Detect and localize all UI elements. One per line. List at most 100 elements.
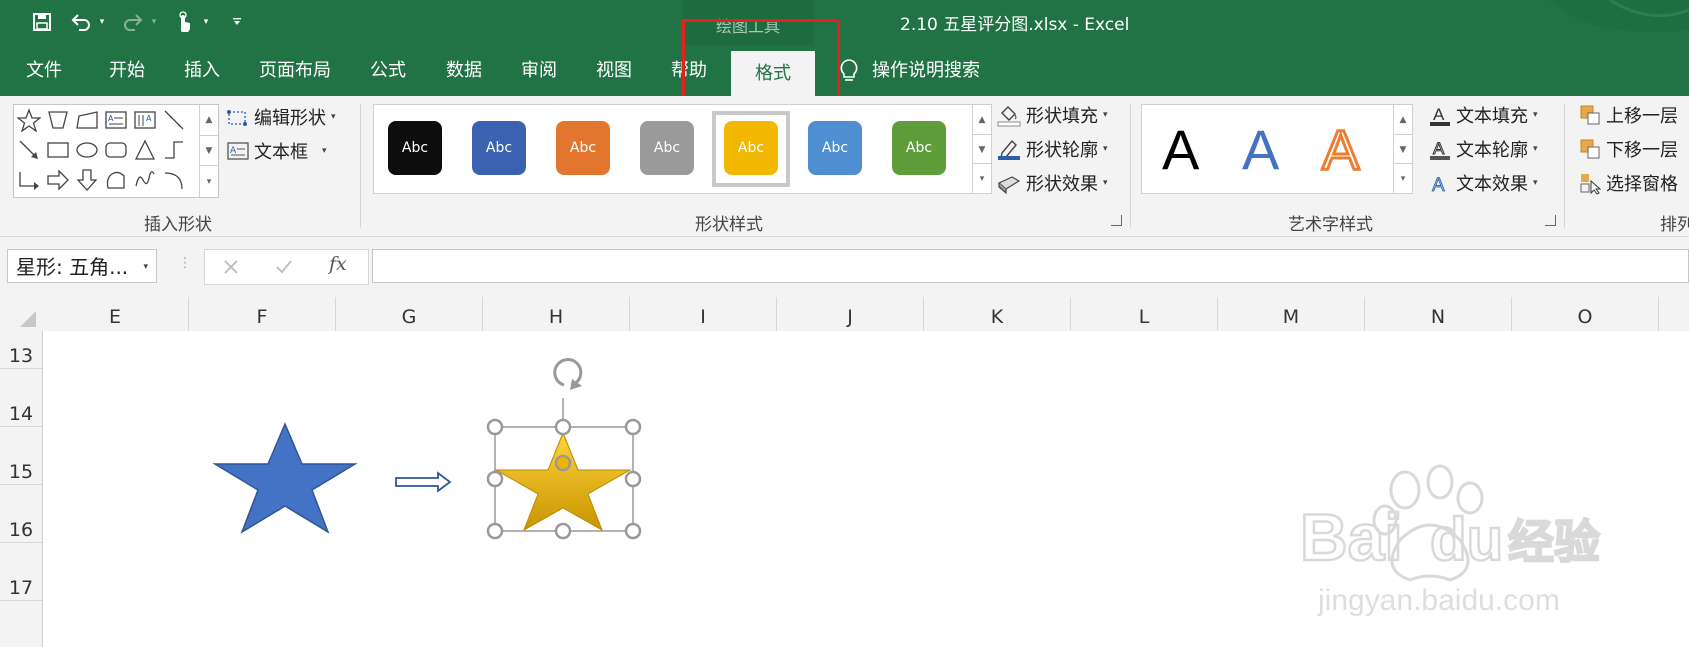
- row-header[interactable]: 15: [0, 427, 42, 485]
- shape-outline-button[interactable]: 形状轮廓 ▾: [996, 136, 1108, 162]
- row-header[interactable]: 13: [0, 311, 42, 369]
- vertical-textbox-shape-icon[interactable]: A: [133, 108, 157, 132]
- row-header[interactable]: 17: [0, 543, 42, 601]
- tab-home[interactable]: 开始: [96, 45, 158, 96]
- selection-pane-icon: [1580, 174, 1602, 195]
- column-header[interactable]: J: [777, 297, 924, 331]
- arc-shape-icon[interactable]: [162, 168, 186, 192]
- style-swatch-gold[interactable]: Abc: [724, 121, 778, 175]
- tab-insert[interactable]: 插入: [172, 45, 232, 96]
- rounded-rectangle-shape-icon[interactable]: [104, 138, 128, 162]
- column-header[interactable]: M: [1218, 297, 1365, 331]
- blue-star-shape[interactable]: [212, 422, 358, 534]
- style-gallery-scroll-up-icon[interactable]: ▲: [972, 105, 991, 134]
- text-fill-button[interactable]: A 文本填充 ▾: [1428, 102, 1538, 128]
- tab-review[interactable]: 审阅: [509, 45, 569, 96]
- formula-input[interactable]: [372, 249, 1689, 283]
- style-swatch-blue[interactable]: Abc: [472, 121, 526, 175]
- column-header[interactable]: I: [630, 297, 777, 331]
- column-header[interactable]: L: [1071, 297, 1218, 331]
- down-arrow-shape-icon[interactable]: [75, 168, 99, 192]
- tab-file[interactable]: 文件: [14, 45, 74, 96]
- tab-page-layout[interactable]: 页面布局: [250, 45, 340, 96]
- rotate-handle-icon[interactable]: [553, 358, 583, 390]
- arrow-line-shape-icon[interactable]: [17, 138, 41, 162]
- gold-star-shape[interactable]: [482, 358, 648, 544]
- text-box-button[interactable]: A 文本框 ▾: [226, 138, 327, 164]
- column-header[interactable]: O: [1512, 297, 1659, 331]
- oval-shape-icon[interactable]: [75, 138, 99, 162]
- wordart-scroll-up-icon[interactable]: ▲: [1393, 105, 1412, 134]
- tell-me-search[interactable]: 操作说明搜索: [872, 45, 1022, 96]
- shape-gallery-scroll-down-icon[interactable]: ▼: [199, 135, 218, 166]
- selection-pane-button[interactable]: 选择窗格: [1578, 170, 1678, 196]
- redo-icon[interactable]: [120, 8, 146, 36]
- style-swatch-black[interactable]: Abc: [388, 121, 442, 175]
- tab-formulas[interactable]: 公式: [360, 45, 416, 96]
- column-header[interactable]: G: [336, 297, 483, 331]
- row-header[interactable]: 16: [0, 485, 42, 543]
- text-effects-button[interactable]: A 文本效果 ▾: [1428, 170, 1538, 196]
- name-box-dropdown-icon[interactable]: ▾: [143, 250, 148, 284]
- elbow-connector-shape-icon[interactable]: [162, 138, 186, 162]
- touch-mode-icon[interactable]: [172, 8, 196, 36]
- send-backward-button[interactable]: 下移一层: [1578, 136, 1678, 162]
- undo-dropdown-icon[interactable]: ▾: [96, 8, 108, 36]
- wordart-launcher-icon[interactable]: [1545, 215, 1556, 226]
- bent-arrow-shape-icon[interactable]: [17, 168, 41, 192]
- tab-data[interactable]: 数据: [434, 45, 494, 96]
- shape-gallery-more-icon[interactable]: ▾: [199, 165, 218, 198]
- triangle-shape-icon[interactable]: [133, 138, 157, 162]
- undo-icon[interactable]: [68, 8, 94, 36]
- svg-text:A: A: [146, 114, 152, 123]
- edit-shape-dropdown-icon: ▾: [331, 112, 336, 122]
- name-box[interactable]: 星形: 五角... ▾: [7, 249, 157, 283]
- style-gallery-more-icon[interactable]: ▾: [972, 163, 991, 194]
- svg-text:A: A: [108, 114, 114, 123]
- lightbulb-icon[interactable]: [838, 58, 860, 88]
- column-header[interactable]: N: [1365, 297, 1512, 331]
- shape-effects-button[interactable]: 形状效果 ▾: [996, 170, 1108, 196]
- style-swatch-green[interactable]: Abc: [892, 121, 946, 175]
- save-icon[interactable]: [28, 8, 56, 36]
- scribble-shape-icon[interactable]: [133, 168, 157, 192]
- column-header[interactable]: K: [924, 297, 1071, 331]
- cancel-icon[interactable]: [223, 259, 239, 275]
- wordart-scroll-down-icon[interactable]: ▼: [1393, 134, 1412, 164]
- style-swatch-orange[interactable]: Abc: [556, 121, 610, 175]
- rectangle-shape-icon[interactable]: [46, 138, 70, 162]
- wordart-black[interactable]: A: [1162, 115, 1199, 185]
- wordart-orange-outline[interactable]: A: [1320, 115, 1360, 185]
- wordart-more-icon[interactable]: ▾: [1393, 163, 1412, 194]
- formula-bar-grip-icon[interactable]: ⋮: [178, 255, 192, 271]
- star-shape-icon[interactable]: [17, 108, 41, 132]
- style-swatch-gray[interactable]: Abc: [640, 121, 694, 175]
- textbox-shape-icon[interactable]: A: [104, 108, 128, 132]
- right-arrow-shape-icon[interactable]: [46, 168, 70, 192]
- parallelogram-shape-icon[interactable]: [75, 108, 99, 132]
- tab-view[interactable]: 视图: [584, 45, 644, 96]
- enter-icon[interactable]: [275, 259, 293, 275]
- redo-dropdown-icon[interactable]: ▾: [148, 8, 160, 36]
- column-header[interactable]: H: [483, 297, 630, 331]
- line-shape-icon[interactable]: [162, 108, 186, 132]
- column-header[interactable]: E: [42, 297, 189, 331]
- freeform-shape-icon[interactable]: [104, 168, 128, 192]
- column-header[interactable]: F: [189, 297, 336, 331]
- insert-function-button[interactable]: fx: [329, 253, 347, 275]
- style-gallery-scroll-down-icon[interactable]: ▼: [972, 134, 991, 164]
- svg-text:A: A: [1432, 175, 1445, 195]
- wordart-blue[interactable]: A: [1242, 115, 1279, 185]
- bring-forward-button[interactable]: 上移一层: [1578, 102, 1678, 128]
- touch-dropdown-icon[interactable]: ▾: [200, 8, 212, 36]
- shape-styles-launcher-icon[interactable]: [1111, 215, 1122, 226]
- shape-gallery-scroll-up-icon[interactable]: ▲: [199, 105, 218, 135]
- text-outline-button[interactable]: A 文本轮廓 ▾: [1428, 136, 1538, 162]
- style-swatch-light-blue[interactable]: Abc: [808, 121, 862, 175]
- edit-shape-button[interactable]: 编辑形状 ▾: [226, 104, 336, 130]
- trapezoid-shape-icon[interactable]: [46, 108, 70, 132]
- right-arrow-shape[interactable]: [394, 470, 452, 494]
- row-header[interactable]: 14: [0, 369, 42, 427]
- shape-fill-button[interactable]: 形状填充 ▾: [996, 102, 1108, 128]
- customize-qat-icon[interactable]: [230, 8, 244, 36]
